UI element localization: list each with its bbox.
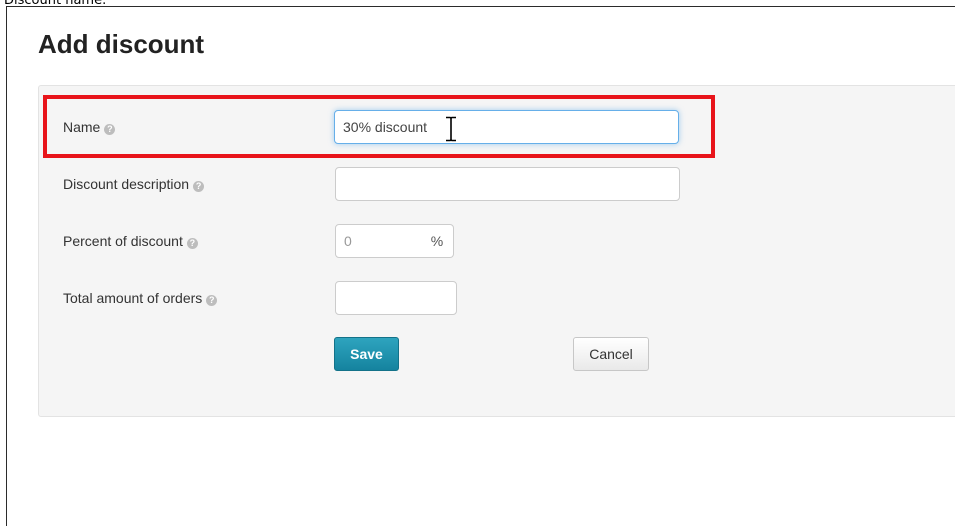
- percent-label: Percent of discount?: [63, 232, 198, 250]
- description-input[interactable]: [335, 167, 680, 201]
- text-cursor-icon: [446, 116, 456, 142]
- annotation-highlight-box: [43, 95, 715, 158]
- total-orders-label: Total amount of orders?: [63, 289, 218, 307]
- help-icon[interactable]: ?: [193, 181, 205, 192]
- total-orders-label-text: Total amount of orders: [63, 290, 203, 306]
- description-label-text: Discount description: [63, 176, 190, 192]
- help-icon[interactable]: ?: [206, 295, 218, 306]
- cancel-button[interactable]: Cancel: [573, 337, 649, 371]
- description-label: Discount description?: [63, 175, 205, 193]
- percent-unit-addon: %: [421, 224, 454, 258]
- help-icon[interactable]: ?: [186, 238, 198, 249]
- save-button[interactable]: Save: [334, 337, 399, 371]
- percent-input[interactable]: [335, 224, 422, 258]
- page-title: Add discount: [38, 29, 205, 59]
- percent-label-text: Percent of discount: [63, 233, 183, 249]
- total-orders-input[interactable]: [335, 281, 457, 315]
